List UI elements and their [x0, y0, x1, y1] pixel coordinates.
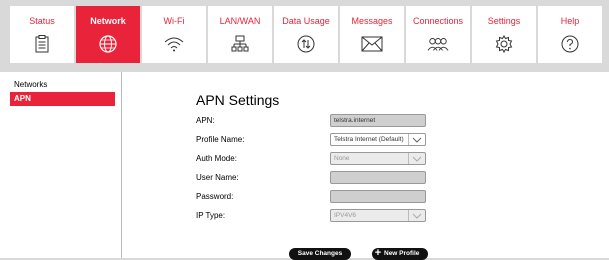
username-row: User Name: [196, 169, 426, 187]
ip-type-value: IPV4V6 [334, 212, 357, 219]
username-field[interactable] [330, 171, 426, 184]
tab-help-label: Help [560, 16, 580, 26]
gear-icon [493, 33, 515, 55]
profile-name-value: Telstra Internet (Default) [334, 136, 404, 143]
tab-connections[interactable]: Connections [406, 6, 470, 63]
chevron-down-icon [408, 153, 425, 164]
sidebar-item-networks[interactable]: Networks [10, 78, 115, 92]
ip-type-row: IP Type: IPV4V6 [196, 207, 426, 225]
tab-connections-label: Connections [412, 16, 464, 26]
apn-settings-form: APN Settings APN: telstra.internet Profi… [196, 92, 426, 222]
tab-messages-label: Messages [351, 16, 393, 26]
apn-label: APN: [196, 116, 215, 125]
tab-lanwan[interactable]: LAN/WAN [208, 6, 272, 63]
clipboard-icon [31, 33, 53, 55]
tab-network-label: Network [90, 16, 126, 26]
wifi-icon [163, 33, 185, 55]
page-title: APN Settings [196, 92, 280, 108]
tab-data-usage[interactable]: Data Usage [274, 6, 338, 63]
auth-mode-row: Auth Mode: None [196, 150, 426, 168]
tab-wifi-label: Wi-Fi [163, 16, 185, 26]
auth-mode-value: None [334, 155, 350, 162]
save-changes-button[interactable]: Save Changes [289, 248, 351, 260]
profile-row: Profile Name: Telstra Internet (Default) [196, 131, 426, 149]
tab-network[interactable]: Network [76, 6, 140, 63]
tab-help[interactable]: Help [538, 6, 602, 63]
sidebar-item-apn[interactable]: APN [10, 92, 115, 106]
tab-messages[interactable]: Messages [340, 6, 404, 63]
auth-mode-select[interactable]: None [330, 152, 426, 165]
main-panel: Networks APN APN Settings APN: telstra.i… [0, 72, 609, 260]
network-tree-icon [229, 33, 251, 55]
apn-field[interactable]: telstra.internet [330, 114, 426, 127]
plus-icon: + [374, 247, 382, 259]
apn-row: APN: telstra.internet [196, 112, 426, 130]
profile-name-label: Profile Name: [196, 135, 245, 144]
users-icon [427, 33, 449, 55]
top-navigation-bar: Status Network Wi-Fi LAN/WAN Data Usage [0, 0, 609, 72]
tab-data-usage-label: Data Usage [282, 16, 330, 26]
sidebar: Networks APN [10, 78, 115, 106]
sidebar-divider [121, 72, 122, 258]
tab-wifi[interactable]: Wi-Fi [142, 6, 206, 63]
tab-settings[interactable]: Settings [472, 6, 536, 63]
password-row: Password: [196, 188, 426, 206]
username-label: User Name: [196, 173, 239, 182]
password-field[interactable] [330, 190, 426, 203]
profile-name-select[interactable]: Telstra Internet (Default) [330, 133, 426, 146]
chevron-down-icon [408, 210, 425, 221]
auth-mode-label: Auth Mode: [196, 154, 237, 163]
new-profile-label: New Profile [384, 250, 420, 257]
password-label: Password: [196, 192, 234, 201]
tab-status[interactable]: Status [10, 6, 74, 63]
ip-type-select[interactable]: IPV4V6 [330, 209, 426, 222]
tab-lanwan-label: LAN/WAN [219, 16, 261, 26]
globe-icon [97, 33, 119, 55]
envelope-icon [361, 33, 383, 55]
help-icon [559, 33, 581, 55]
tab-settings-label: Settings [487, 16, 521, 26]
data-usage-icon [295, 33, 317, 55]
tab-status-label: Status [29, 16, 55, 26]
new-profile-button[interactable]: + New Profile [372, 248, 428, 260]
chevron-down-icon [408, 134, 425, 145]
ip-type-label: IP Type: [196, 211, 226, 220]
